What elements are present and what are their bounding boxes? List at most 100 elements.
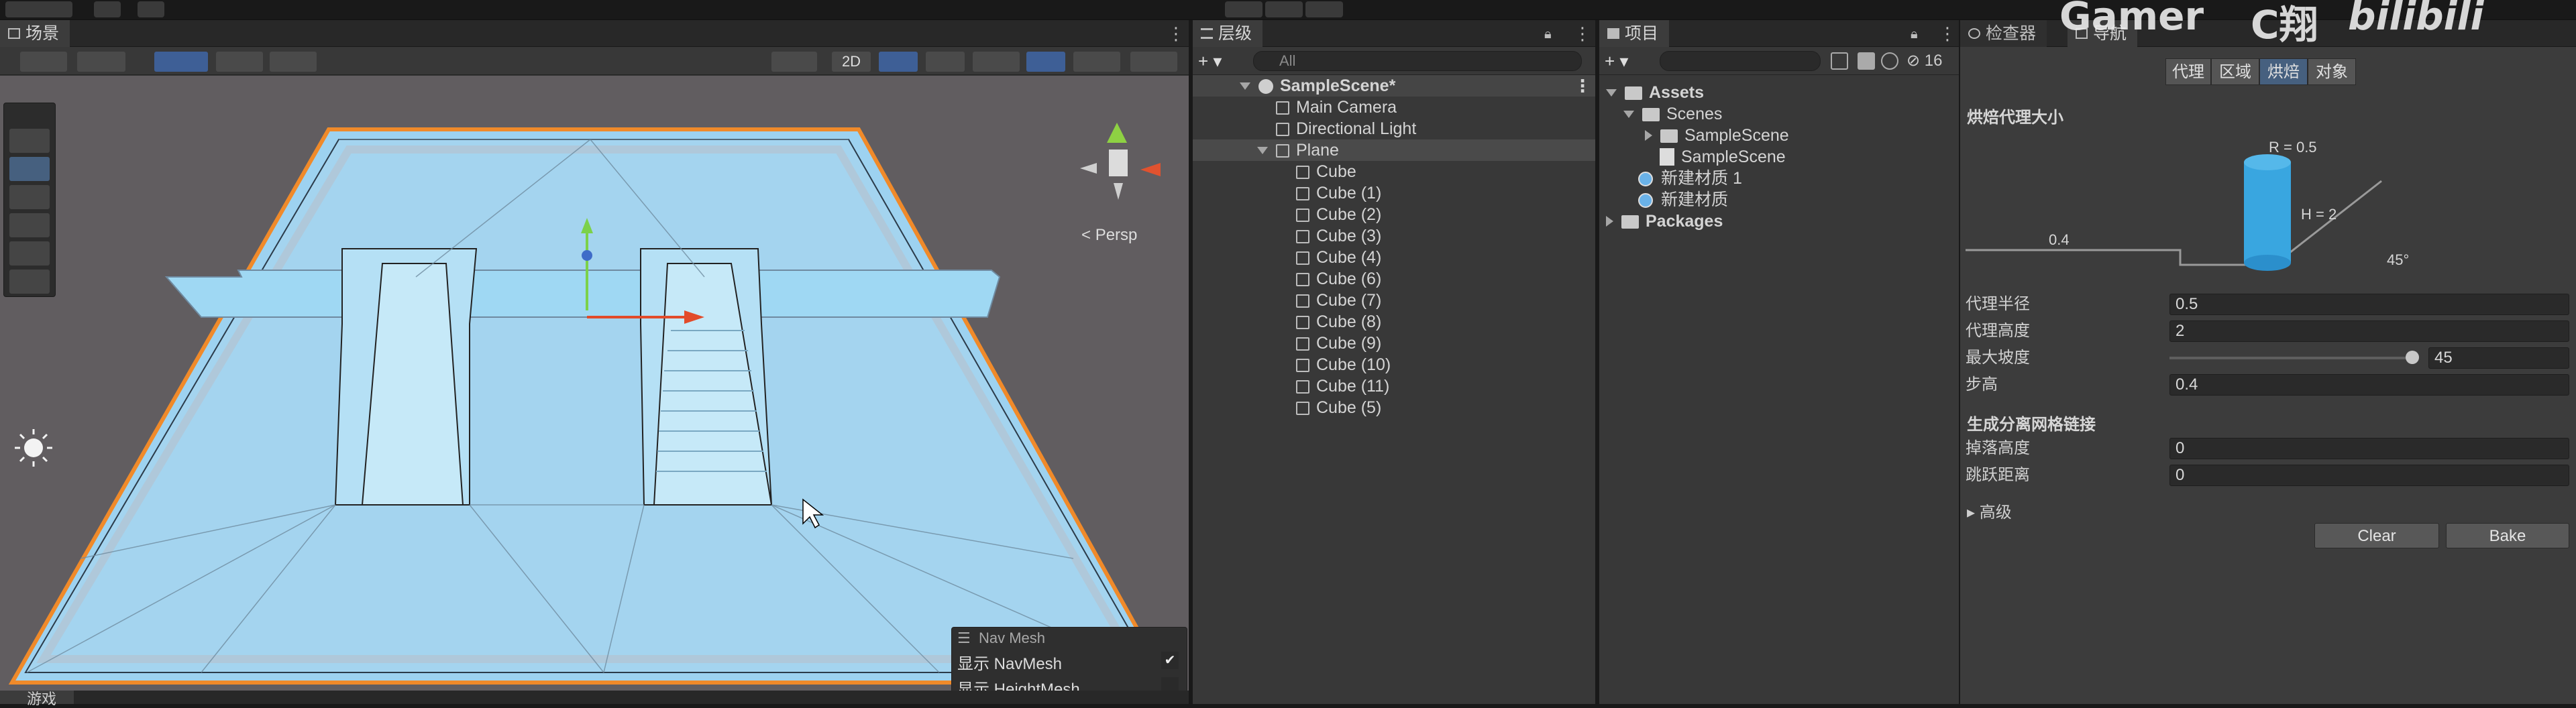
- play-button[interactable]: [1225, 1, 1263, 17]
- list-item[interactable]: Cube (9): [1193, 333, 1595, 354]
- subtab-bake[interactable]: 烘焙: [2259, 58, 2308, 85]
- pause-button[interactable]: [1265, 1, 1303, 17]
- hand-tool-button[interactable]: [9, 129, 50, 153]
- cloud-button[interactable]: [94, 1, 121, 17]
- effects-dropdown[interactable]: [973, 52, 1020, 72]
- lock-icon[interactable]: 🔒︎: [1911, 27, 1918, 42]
- hidden-objects-toggle[interactable]: [1026, 52, 1065, 72]
- expand-arrow-icon[interactable]: [1240, 82, 1250, 90]
- list-item[interactable]: Plane: [1193, 139, 1595, 161]
- tab-inspector[interactable]: 检查器: [1960, 20, 2047, 47]
- scene-root-row[interactable]: SampleScene* ⋮: [1193, 75, 1595, 97]
- max-slope-track[interactable]: [2169, 357, 2411, 359]
- lighting-toggle[interactable]: [879, 52, 918, 72]
- tree-item-packages[interactable]: Packages: [1599, 211, 1723, 232]
- jump-distance-field[interactable]: 0: [2169, 465, 2569, 486]
- tree-item-scenes[interactable]: Scenes: [1599, 103, 1722, 125]
- pivot-dropdown[interactable]: [77, 52, 125, 72]
- grid-snap-button[interactable]: [154, 52, 208, 72]
- bake-button[interactable]: Bake: [2446, 523, 2569, 548]
- tree-item-material-1[interactable]: 新建材质 1: [1599, 168, 1742, 189]
- hierarchy-tabstrip: 层级 🔒︎ ⋮: [1193, 20, 1595, 47]
- audio-toggle[interactable]: [926, 52, 965, 72]
- drop-height-label: 掉落高度: [1966, 439, 2030, 457]
- draw-mode-dropdown[interactable]: [771, 52, 817, 72]
- scene-name: SampleScene*: [1280, 76, 1396, 95]
- scene-viewport[interactable]: < Persp ☰ Nav Mesh 显示 NavMesh ✔ 显示 Heigh…: [0, 76, 1189, 699]
- step-height-field[interactable]: 0.4: [2169, 374, 2569, 396]
- expand-arrow-icon[interactable]: [1257, 147, 1268, 154]
- tree-item-samplescene-folder[interactable]: SampleScene: [1599, 125, 1789, 146]
- drop-height-field[interactable]: 0: [2169, 438, 2569, 459]
- list-item[interactable]: Main Camera: [1193, 97, 1595, 118]
- item-label: Cube (8): [1316, 312, 1382, 331]
- item-label: Main Camera: [1296, 98, 1397, 117]
- collab-button[interactable]: [138, 1, 164, 17]
- max-slope-field[interactable]: 45: [2428, 347, 2569, 369]
- snap-settings-button[interactable]: [216, 52, 263, 72]
- add-object-button[interactable]: + ▾: [1198, 51, 1222, 72]
- list-item[interactable]: Cube (10): [1193, 354, 1595, 375]
- subtab-object[interactable]: 对象: [2308, 58, 2356, 85]
- agent-height-field[interactable]: 2: [2169, 320, 2569, 342]
- gizmos-dropdown[interactable]: [1130, 52, 1177, 72]
- persp-label[interactable]: < Persp: [1081, 226, 1137, 245]
- list-item[interactable]: Cube (6): [1193, 268, 1595, 290]
- gameobject-icon: [1276, 144, 1289, 158]
- tab-hierarchy[interactable]: 层级: [1193, 20, 1263, 47]
- transform-tool-button[interactable]: [9, 270, 50, 294]
- search-by-type-icon[interactable]: [1831, 52, 1848, 70]
- list-item[interactable]: Cube (3): [1193, 225, 1595, 247]
- list-item[interactable]: Cube (5): [1193, 397, 1595, 418]
- expand-arrow-icon[interactable]: [1623, 111, 1634, 118]
- step-button[interactable]: [1305, 1, 1343, 17]
- toggle-2d-button[interactable]: 2D: [832, 52, 871, 72]
- folder-icon: [1642, 108, 1660, 121]
- clear-button[interactable]: Clear: [2314, 523, 2439, 548]
- list-item[interactable]: Cube (2): [1193, 204, 1595, 225]
- hierarchy-menu-icon[interactable]: ⋮: [1574, 25, 1591, 42]
- advanced-foldout[interactable]: ▸ 高级: [1967, 499, 2012, 522]
- account-dropdown[interactable]: [5, 1, 72, 17]
- shading-mode-dropdown[interactable]: [20, 52, 67, 72]
- list-item[interactable]: Cube (4): [1193, 247, 1595, 268]
- folder-icon: [1660, 129, 1678, 143]
- subtab-agents[interactable]: 代理: [2165, 58, 2211, 85]
- list-item[interactable]: Cube (1): [1193, 182, 1595, 204]
- expand-arrow-icon[interactable]: [1606, 89, 1617, 97]
- rotate-tool-button[interactable]: [9, 185, 50, 209]
- gameobject-icon: [1296, 316, 1309, 329]
- rect-tool-button[interactable]: [9, 241, 50, 266]
- scale-tool-button[interactable]: [9, 213, 50, 237]
- list-item[interactable]: Directional Light: [1193, 118, 1595, 139]
- scene-menu-kebab[interactable]: ⋮: [1574, 75, 1591, 97]
- tree-item-samplescene-asset[interactable]: SampleScene: [1599, 146, 1786, 168]
- project-menu-icon[interactable]: ⋮: [1939, 25, 1956, 42]
- list-item[interactable]: Cube (11): [1193, 375, 1595, 397]
- list-item[interactable]: Cube (8): [1193, 311, 1595, 333]
- show-navmesh-checkbox[interactable]: ✔: [1161, 652, 1179, 669]
- project-search-input[interactable]: [1660, 51, 1821, 71]
- tab-project[interactable]: 项目: [1599, 20, 1670, 47]
- collapse-arrow-icon[interactable]: [1645, 130, 1652, 141]
- max-slope-thumb[interactable]: [2406, 351, 2419, 364]
- favorite-icon[interactable]: [1881, 52, 1898, 70]
- increment-snap-button[interactable]: [270, 52, 317, 72]
- list-item[interactable]: Cube (7): [1193, 290, 1595, 311]
- tree-item-material[interactable]: 新建材质: [1599, 189, 1728, 211]
- scene-menu-icon[interactable]: ⋮: [1167, 25, 1185, 42]
- agent-radius-field[interactable]: 0.5: [2169, 294, 2569, 315]
- tab-scene[interactable]: 场景: [0, 20, 70, 47]
- camera-dropdown[interactable]: [1073, 52, 1120, 72]
- collapse-arrow-icon[interactable]: [1606, 216, 1613, 227]
- search-by-label-icon[interactable]: [1858, 52, 1875, 70]
- tree-item-assets[interactable]: Assets: [1599, 82, 1704, 103]
- move-tool-button[interactable]: [9, 157, 50, 181]
- create-asset-button[interactable]: + ▾: [1605, 51, 1628, 72]
- lock-icon[interactable]: 🔒︎: [1544, 27, 1552, 42]
- hidden-packages-toggle[interactable]: ⊘ 16: [1907, 51, 1942, 70]
- subtab-areas[interactable]: 区域: [2211, 58, 2259, 85]
- list-item[interactable]: Cube: [1193, 161, 1595, 182]
- tab-game[interactable]: 游戏: [0, 691, 74, 707]
- hierarchy-search-input[interactable]: All: [1253, 51, 1582, 71]
